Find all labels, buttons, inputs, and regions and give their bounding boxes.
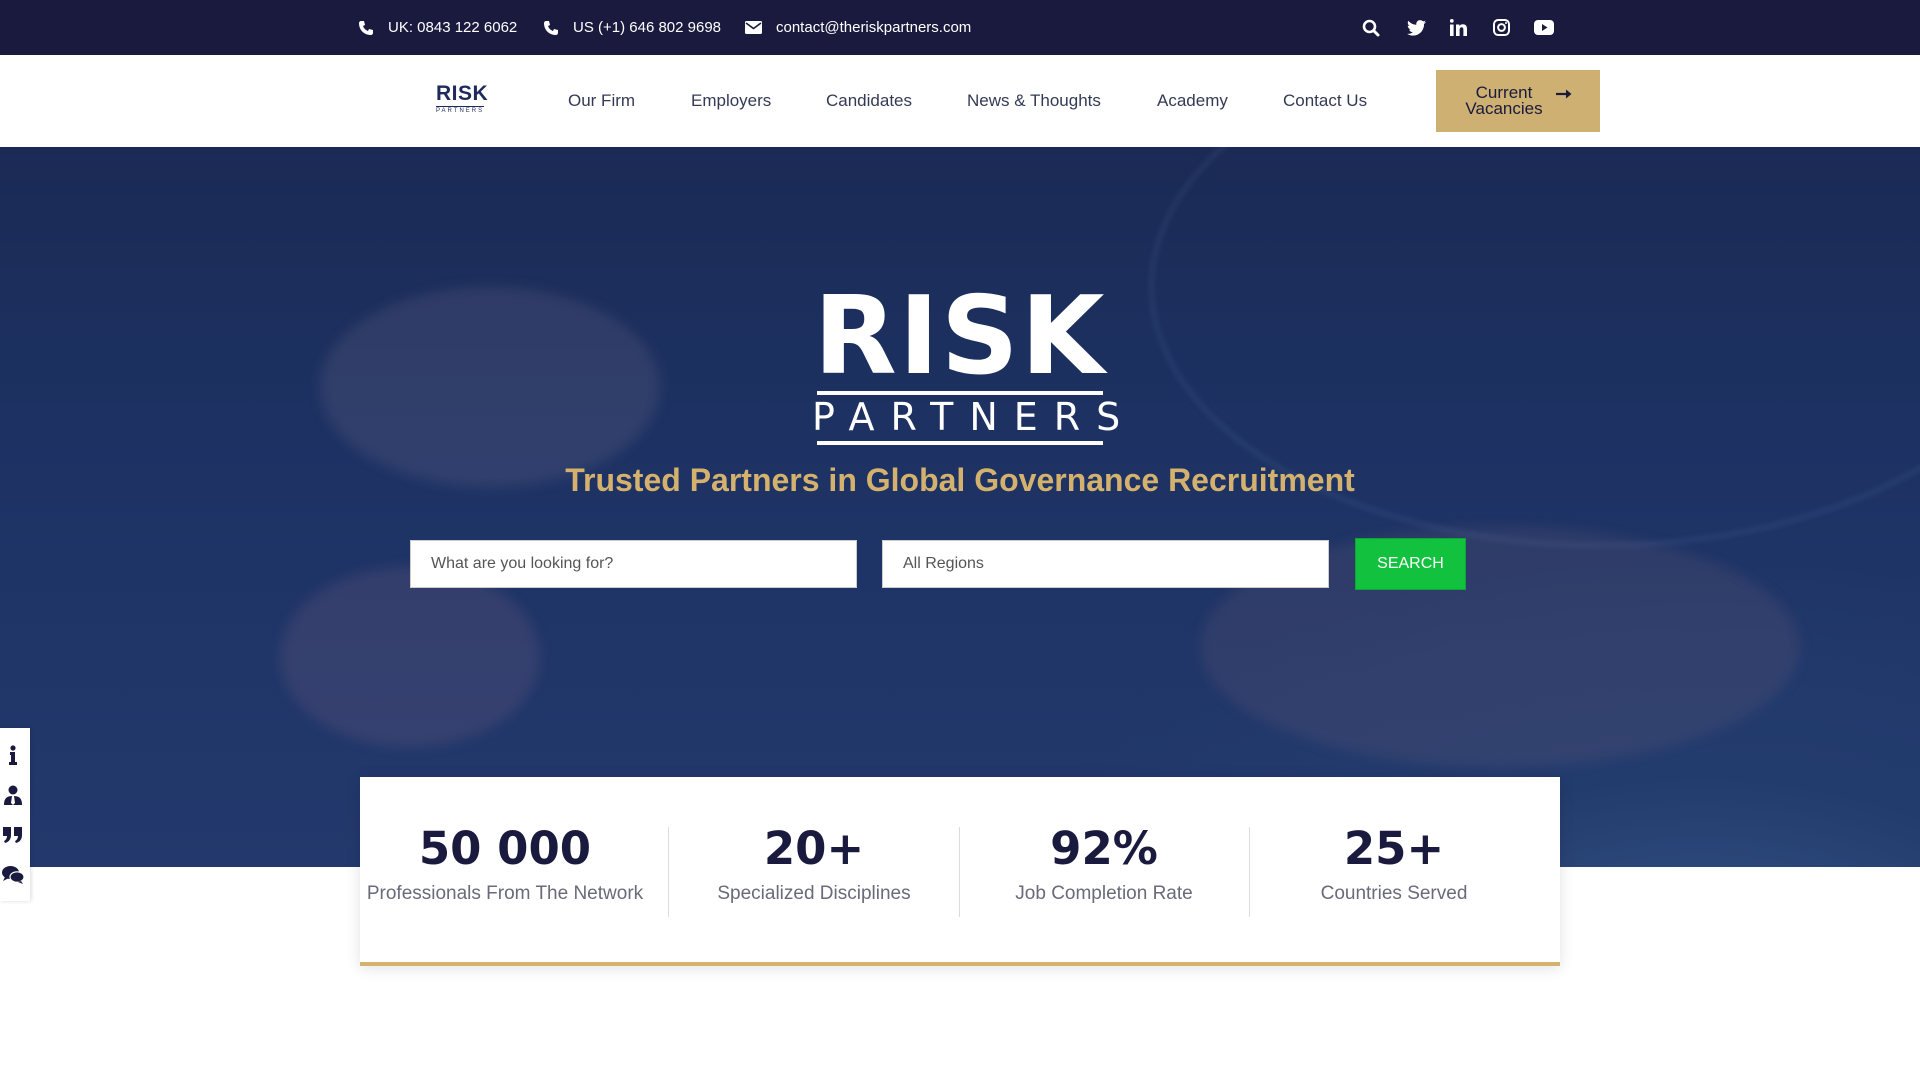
keyword-search-input[interactable] (410, 540, 857, 588)
stat-professionals: 50 000 Professionals From The Network (360, 777, 650, 962)
phone-uk-text: UK: 0843 122 6062 (388, 19, 518, 36)
phone-icon (359, 20, 373, 35)
user-tie-icon[interactable] (0, 782, 26, 808)
stat-label: Job Completion Rate (1015, 883, 1193, 904)
stat-value: 50 000 (418, 822, 592, 875)
nav-candidates[interactable]: Candidates (826, 55, 912, 147)
stat-completion-rate: 92% Job Completion Rate (959, 777, 1249, 962)
logo-word: RISK (436, 82, 489, 105)
top-contact-bar: UK: 0843 122 6062 US (+1) 646 802 9698 c… (0, 0, 1920, 55)
phone-icon (544, 20, 558, 35)
main-header: RISK PARTNERS Our Firm Employers Candida… (0, 55, 1920, 147)
stat-value: 92% (1050, 822, 1158, 875)
hero-logo: RISK PARTNERS (800, 274, 1137, 445)
stat-label: Professionals From The Network (366, 883, 644, 904)
hero-bg-glow (320, 287, 660, 487)
current-vacancies-button[interactable]: Current Vacancies (1436, 70, 1600, 132)
hero-logo-sub: PARTNERS (812, 395, 1137, 439)
chat-icon[interactable] (0, 862, 26, 888)
cta-label: Current Vacancies (1465, 83, 1543, 118)
region-select[interactable] (882, 540, 1329, 588)
side-floating-menu (0, 728, 30, 901)
hero-section: RISK PARTNERS Trusted Partners in Global… (0, 147, 1920, 867)
contact-phone-uk[interactable]: UK: 0843 122 6062 (358, 0, 517, 55)
search-icon[interactable] (1358, 0, 1384, 55)
phone-us-text: US (+1) 646 802 9698 (573, 19, 722, 36)
arrow-right-icon (1556, 89, 1572, 99)
nav-contact-us[interactable]: Contact Us (1283, 55, 1367, 147)
stats-card: 50 000 Professionals From The Network 20… (360, 777, 1560, 966)
twitter-icon[interactable] (1403, 0, 1429, 55)
hero-tagline: Trusted Partners in Global Governance Re… (565, 462, 1355, 498)
info-icon[interactable] (0, 742, 26, 768)
search-button[interactable]: SEARCH (1355, 538, 1466, 590)
hero-bg-glow (280, 567, 540, 747)
stat-label: Countries Served (1320, 883, 1468, 904)
stat-label: Specialized Disciplines (717, 883, 911, 904)
nav-employers[interactable]: Employers (691, 55, 771, 147)
hero-logo-word: RISK (813, 274, 1107, 399)
logo-sub: PARTNERS (436, 106, 485, 114)
contact-phone-us[interactable]: US (+1) 646 802 9698 (543, 0, 721, 55)
contact-email[interactable]: contact@theriskpartners.com (745, 0, 971, 55)
nav-academy[interactable]: Academy (1157, 55, 1228, 147)
linkedin-icon[interactable] (1445, 0, 1471, 55)
envelope-icon (745, 21, 762, 34)
youtube-icon[interactable] (1531, 0, 1557, 55)
quote-icon[interactable] (0, 822, 26, 848)
nav-our-firm[interactable]: Our Firm (568, 55, 635, 147)
stat-value: 25+ (1343, 822, 1445, 875)
stat-countries: 25+ Countries Served (1249, 777, 1539, 962)
hero-logo-rule (817, 441, 1103, 445)
stat-value: 20+ (763, 822, 865, 875)
email-text: contact@theriskpartners.com (776, 19, 972, 36)
site-logo[interactable]: RISK PARTNERS (436, 83, 488, 115)
nav-news-thoughts[interactable]: News & Thoughts (967, 55, 1101, 147)
instagram-icon[interactable] (1488, 0, 1514, 55)
stat-disciplines: 20+ Specialized Disciplines (669, 777, 959, 962)
